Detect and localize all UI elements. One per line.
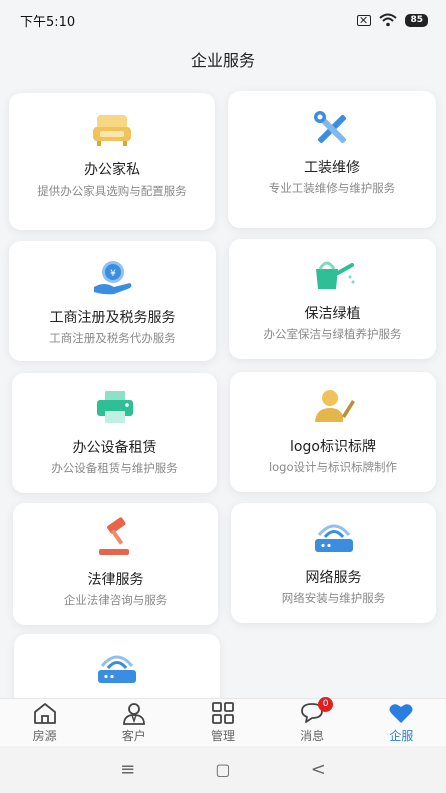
card-description: 办公设备租赁与维护服务 [51, 461, 178, 475]
gavel-icon [93, 517, 139, 557]
card-description: 企业法律咨询与服务 [63, 593, 168, 607]
nav-item-listings[interactable]: 房源 [5, 701, 85, 744]
service-card-network[interactable]: 网络服务 网络安装与维护服务 [231, 503, 436, 623]
service-card-logo-signage[interactable]: logo标识标牌 logo设计与标识标牌制作 [230, 372, 436, 492]
battery-icon: 85 [405, 13, 428, 27]
status-bar: 下午5:10 85 [0, 0, 446, 40]
card-description: logo设计与标识标牌制作 [268, 460, 398, 474]
unread-badge: 0 [318, 697, 334, 712]
nav-item-customers[interactable]: 客户 [94, 701, 174, 744]
watering-can-icon [310, 255, 356, 295]
printer-icon [92, 387, 138, 427]
card-title: 工商注册及税务服务 [49, 310, 176, 326]
status-icons: 85 [357, 13, 428, 27]
back-icon[interactable]: < [311, 759, 326, 780]
card-description: 网络安装与维护服务 [281, 591, 386, 605]
heart-icon [389, 704, 413, 723]
home-icon[interactable]: ▢ [215, 760, 230, 779]
card-title: 保洁绿植 [304, 306, 361, 322]
nav-label: 消息 [300, 729, 325, 743]
nav-label: 管理 [210, 729, 235, 743]
menu-icon[interactable]: ≡ [120, 759, 135, 780]
card-title: 办公设备租赁 [72, 440, 157, 456]
wifi-icon [379, 13, 398, 27]
system-navigation-bar: ≡ ▢ < [0, 746, 446, 793]
designer-pen-icon [310, 386, 356, 426]
nav-item-management[interactable]: 管理 [183, 701, 263, 744]
nav-label: 客户 [121, 729, 146, 743]
tax-hand-coin-icon: ¥ [90, 257, 136, 297]
service-card-repair[interactable]: 工装维修 专业工装维修与维护服务 [228, 91, 436, 228]
office-furniture-icon [89, 109, 135, 149]
grid-icon [212, 702, 234, 724]
card-description: 提供办公家具选购与配置服务 [37, 184, 187, 198]
card-description: 专业工装维修与维护服务 [268, 181, 396, 195]
service-card-legal[interactable]: 法律服务 企业法律咨询与服务 [13, 503, 218, 625]
house-icon [33, 703, 56, 724]
card-title: 法律服务 [87, 572, 144, 588]
card-title: 网络服务 [305, 570, 362, 586]
status-time: 下午5:10 [20, 14, 76, 30]
svg-text:¥: ¥ [110, 269, 116, 279]
page-title: 企业服务 [190, 51, 255, 70]
card-title: logo标识标牌 [290, 439, 376, 455]
router-icon [311, 517, 357, 557]
nav-label: 房源 [32, 729, 57, 743]
person-icon [122, 703, 145, 725]
wrench-screwdriver-icon [309, 109, 355, 149]
nav-label: 企服 [389, 729, 414, 743]
router-icon [94, 648, 140, 688]
nav-item-enterprise-services[interactable]: 企服 [361, 701, 441, 744]
card-title: 办公家私 [84, 162, 140, 178]
card-description: 办公室保洁与绿植养护服务 [263, 327, 402, 341]
service-card-business-registration[interactable]: ¥ 工商注册及税务服务 工商注册及税务代办服务 [9, 241, 216, 361]
bottom-navigation: 房源 客户 管理 0 消息 企服 [0, 697, 446, 746]
service-card-equipment-rental[interactable]: 办公设备租赁 办公设备租赁与维护服务 [12, 373, 217, 493]
service-card-office-furniture[interactable]: 办公家私 提供办公家具选购与配置服务 [9, 93, 215, 230]
service-card-cleaning-plants[interactable]: 保洁绿植 办公室保洁与绿植养护服务 [229, 239, 436, 359]
card-title: 工装维修 [304, 160, 360, 176]
card-description: 工商注册及税务代办服务 [49, 331, 176, 345]
nav-item-messages[interactable]: 0 消息 [272, 697, 352, 744]
no-sim-icon [357, 14, 372, 26]
